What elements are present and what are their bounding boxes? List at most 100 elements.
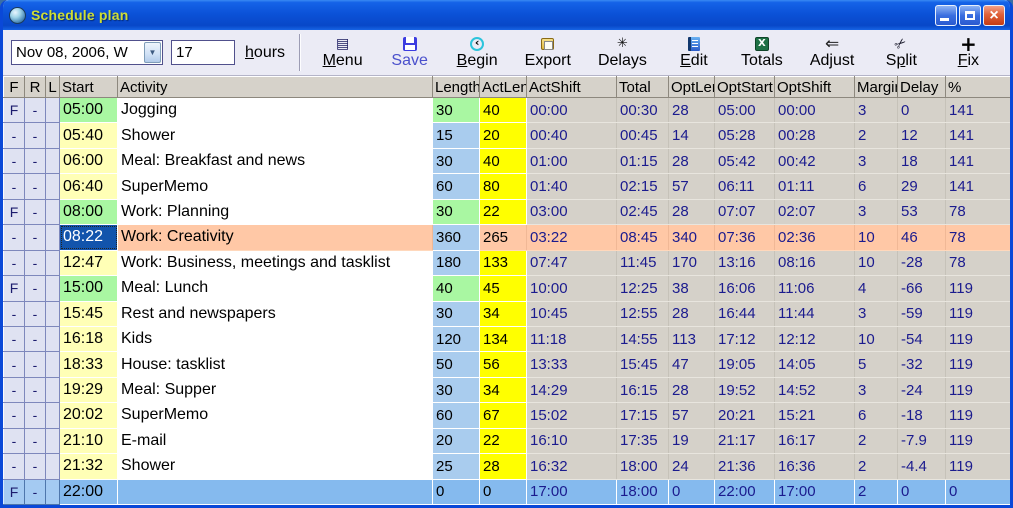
cell-start[interactable]: 12:47 [60, 250, 118, 275]
cell-actlen[interactable]: 40 [480, 98, 527, 123]
cell-length[interactable]: 30 [433, 199, 480, 224]
cell-optstart[interactable]: 20:21 [715, 403, 775, 428]
cell-optlen[interactable]: 28 [669, 377, 715, 402]
cell-margin[interactable]: 5 [855, 352, 898, 377]
cell-l[interactable] [46, 174, 60, 199]
cell-l[interactable] [46, 326, 60, 351]
cell-r[interactable]: - [25, 250, 46, 275]
cell-delay[interactable]: 29 [898, 174, 946, 199]
cell-optshift[interactable]: 14:52 [775, 377, 855, 402]
cell-optlen[interactable]: 28 [669, 148, 715, 173]
cell-optlen[interactable]: 38 [669, 276, 715, 301]
cell-r[interactable]: - [25, 98, 46, 123]
cell-delay[interactable]: -28 [898, 250, 946, 275]
cell-actlen[interactable]: 22 [480, 428, 527, 453]
cell-r[interactable]: - [25, 225, 46, 250]
cell-r[interactable]: - [25, 479, 46, 504]
cell-actlen[interactable]: 56 [480, 352, 527, 377]
cell-delay[interactable]: 12 [898, 123, 946, 148]
cell-pct[interactable]: 78 [946, 199, 1011, 224]
cell-r[interactable]: - [25, 199, 46, 224]
col-header-optshift[interactable]: OptShift [775, 77, 855, 98]
cell-l[interactable] [46, 479, 60, 504]
cell-activity[interactable]: Kids [118, 326, 433, 351]
cell-margin[interactable]: 3 [855, 301, 898, 326]
cell-r[interactable]: - [25, 276, 46, 301]
cell-total[interactable]: 00:30 [617, 98, 669, 123]
cell-optlen[interactable]: 0 [669, 479, 715, 504]
cell-start[interactable]: 16:18 [60, 326, 118, 351]
cell-f[interactable]: - [4, 454, 25, 479]
cell-r[interactable]: - [25, 174, 46, 199]
cell-activity[interactable]: Jogging [118, 98, 433, 123]
cell-start[interactable]: 08:00 [60, 199, 118, 224]
cell-margin[interactable]: 3 [855, 377, 898, 402]
cell-actshift[interactable]: 13:33 [527, 352, 617, 377]
cell-delay[interactable]: -66 [898, 276, 946, 301]
cell-total[interactable]: 02:45 [617, 199, 669, 224]
cell-optshift[interactable]: 16:17 [775, 428, 855, 453]
cell-optlen[interactable]: 19 [669, 428, 715, 453]
cell-total[interactable]: 15:45 [617, 352, 669, 377]
cell-total[interactable]: 12:25 [617, 276, 669, 301]
cell-actlen[interactable]: 0 [480, 479, 527, 504]
cell-pct[interactable]: 78 [946, 225, 1011, 250]
cell-f[interactable]: - [4, 301, 25, 326]
cell-l[interactable] [46, 250, 60, 275]
cell-f[interactable]: - [4, 225, 25, 250]
cell-r[interactable]: - [25, 428, 46, 453]
cell-f[interactable]: - [4, 148, 25, 173]
cell-total[interactable]: 14:55 [617, 326, 669, 351]
cell-f[interactable]: F [4, 98, 25, 123]
cell-total[interactable]: 01:15 [617, 148, 669, 173]
cell-total[interactable]: 11:45 [617, 250, 669, 275]
cell-f[interactable]: F [4, 276, 25, 301]
cell-f[interactable]: - [4, 326, 25, 351]
cell-actlen[interactable]: 45 [480, 276, 527, 301]
cell-activity[interactable]: Work: Business, meetings and tasklist [118, 250, 433, 275]
cell-start[interactable]: 15:00 [60, 276, 118, 301]
cell-margin[interactable]: 2 [855, 123, 898, 148]
col-header-length[interactable]: Length [433, 77, 480, 98]
cell-optstart[interactable]: 07:36 [715, 225, 775, 250]
cell-actlen[interactable]: 34 [480, 377, 527, 402]
cell-pct[interactable]: 119 [946, 276, 1011, 301]
cell-start[interactable]: 21:10 [60, 428, 118, 453]
cell-total[interactable]: 16:15 [617, 377, 669, 402]
cell-start[interactable]: 05:00 [60, 98, 118, 123]
cell-optshift[interactable]: 12:12 [775, 326, 855, 351]
cell-optshift[interactable]: 11:44 [775, 301, 855, 326]
cell-start[interactable]: 21:32 [60, 454, 118, 479]
cell-optlen[interactable]: 57 [669, 174, 715, 199]
cell-delay[interactable]: 0 [898, 98, 946, 123]
cell-activity[interactable] [118, 479, 433, 504]
col-header-start[interactable]: Start [60, 77, 118, 98]
cell-actshift[interactable]: 10:00 [527, 276, 617, 301]
cell-activity[interactable]: Meal: Supper [118, 377, 433, 402]
cell-delay[interactable]: 46 [898, 225, 946, 250]
cell-delay[interactable]: -4.4 [898, 454, 946, 479]
cell-delay[interactable]: -18 [898, 403, 946, 428]
cell-actlen[interactable]: 265 [480, 225, 527, 250]
cell-margin[interactable]: 2 [855, 428, 898, 453]
cell-optshift[interactable]: 16:36 [775, 454, 855, 479]
cell-optstart[interactable]: 07:07 [715, 199, 775, 224]
cell-optshift[interactable]: 00:00 [775, 98, 855, 123]
cell-actshift[interactable]: 16:32 [527, 454, 617, 479]
cell-f[interactable]: - [4, 352, 25, 377]
cell-actshift[interactable]: 14:29 [527, 377, 617, 402]
cell-r[interactable]: - [25, 123, 46, 148]
cell-length[interactable]: 30 [433, 148, 480, 173]
cell-pct[interactable]: 141 [946, 98, 1011, 123]
combobox-dropdown-button[interactable]: ▼ [144, 42, 161, 63]
cell-pct[interactable]: 141 [946, 123, 1011, 148]
cell-optstart[interactable]: 19:52 [715, 377, 775, 402]
cell-actlen[interactable]: 22 [480, 199, 527, 224]
delays-button[interactable]: Delays [592, 33, 653, 72]
close-button[interactable]: × [983, 5, 1005, 26]
cell-optshift[interactable]: 11:06 [775, 276, 855, 301]
cell-total[interactable]: 18:00 [617, 454, 669, 479]
export-button[interactable]: Export [519, 33, 577, 72]
cell-optshift[interactable]: 08:16 [775, 250, 855, 275]
col-header-r[interactable]: R [25, 77, 46, 98]
